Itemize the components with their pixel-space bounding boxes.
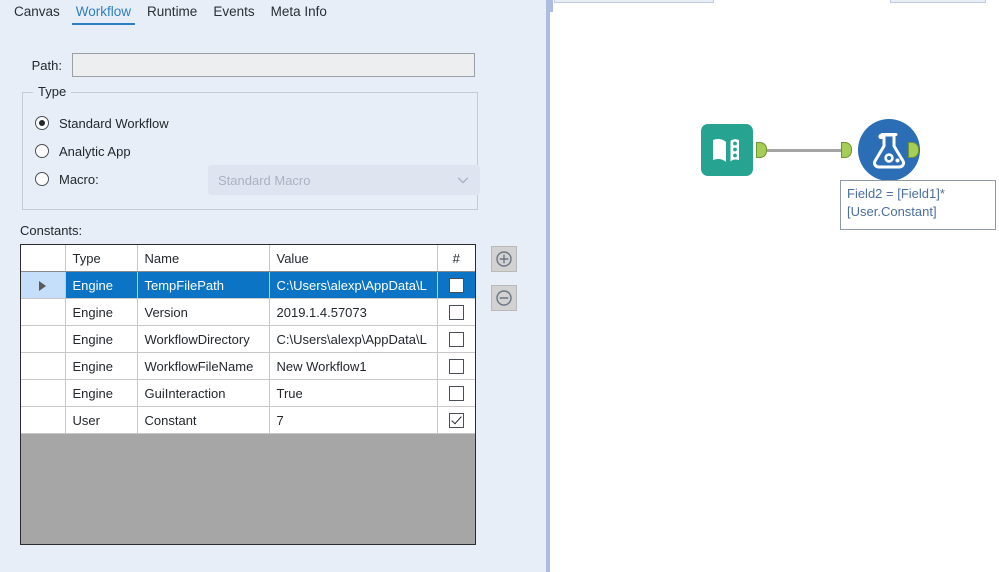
row-selected-arrow-icon	[39, 281, 47, 292]
column-header-name[interactable]: Name	[137, 245, 270, 272]
row-indicator-cell[interactable]	[21, 271, 66, 299]
table-row[interactable]: User Constant 7	[21, 406, 475, 434]
checkbox-icon[interactable]	[448, 305, 464, 321]
cell-value[interactable]: 2019.1.4.57073	[269, 298, 438, 326]
chevron-down-icon	[457, 177, 469, 184]
toolbar-stub-left	[554, 0, 714, 3]
node-text-input-tool[interactable]	[701, 124, 753, 176]
canvas-left-edge	[550, 0, 553, 12]
column-header-hash[interactable]: #	[437, 245, 475, 272]
cell-hash-checkbox[interactable]	[437, 379, 475, 407]
minus-circle-icon	[496, 290, 512, 306]
row-indicator-cell[interactable]	[21, 352, 66, 380]
radio-macro[interactable]: Macro:	[35, 169, 99, 189]
macro-type-select-value: Standard Macro	[218, 172, 311, 188]
cell-type[interactable]: User	[65, 406, 138, 434]
radio-macro-label: Macro:	[59, 171, 99, 187]
radio-dot-icon	[35, 116, 49, 130]
cell-name[interactable]: WorkflowFileName	[137, 352, 270, 380]
table-row[interactable]: Engine WorkflowFileName New Workflow1	[21, 352, 475, 380]
row-indicator-cell[interactable]	[21, 325, 66, 353]
column-header-type[interactable]: Type	[65, 245, 138, 272]
row-indicator-cell[interactable]	[21, 298, 66, 326]
table-row[interactable]: Engine Version 2019.1.4.57073	[21, 298, 475, 326]
config-tab-strip: Canvas Workflow Runtime Events Meta Info	[0, 0, 546, 30]
macro-type-select[interactable]: Standard Macro	[208, 165, 480, 195]
radio-dot-icon	[35, 144, 49, 158]
workflow-type-group: Type Standard Workflow Analytic App Macr…	[22, 84, 480, 210]
canvas-annotation[interactable]: Field2 = [Field1]* [User.Constant]	[840, 180, 996, 230]
tab-meta-info[interactable]: Meta Info	[263, 0, 335, 23]
connection-wire[interactable]	[767, 149, 842, 152]
remove-constant-button[interactable]	[491, 285, 517, 311]
radio-analytic-app-label: Analytic App	[59, 143, 131, 159]
radio-analytic-app[interactable]: Analytic App	[35, 141, 131, 161]
checkbox-icon[interactable]	[448, 386, 464, 402]
tab-canvas[interactable]: Canvas	[6, 0, 68, 23]
path-input[interactable]	[72, 53, 475, 77]
table-row[interactable]: Engine WorkflowDirectory C:\Users\alexp\Ap…	[21, 325, 475, 353]
plus-circle-icon	[496, 251, 512, 267]
checkbox-icon[interactable]	[448, 359, 464, 375]
cell-value[interactable]: C:\Users\alexp\AppData\L	[269, 325, 438, 353]
table-header-row: Type Name Value #	[21, 245, 475, 272]
constants-table-container[interactable]: Type Name Value # Engine TempFilePath C:\U…	[20, 244, 476, 545]
cell-name[interactable]: Constant	[137, 406, 270, 434]
open-book-icon	[713, 138, 739, 162]
cell-hash-checkbox[interactable]	[437, 271, 475, 299]
tab-workflow[interactable]: Workflow	[68, 0, 139, 25]
radio-standard-workflow-label: Standard Workflow	[59, 115, 169, 131]
checkbox-icon[interactable]	[448, 278, 464, 294]
cell-name[interactable]: GuiInteraction	[137, 379, 270, 407]
radio-dot-icon	[35, 172, 49, 186]
column-header-value[interactable]: Value	[269, 245, 438, 272]
workflow-canvas[interactable]	[550, 0, 999, 572]
cell-hash-checkbox[interactable]	[437, 406, 475, 434]
constants-label: Constants:	[20, 223, 83, 238]
path-label: Path:	[31, 57, 62, 73]
table-row[interactable]: Engine GuiInteraction True	[21, 379, 475, 407]
checkbox-icon[interactable]	[448, 413, 464, 429]
row-indicator-cell[interactable]	[21, 406, 66, 434]
toolbar-stub-right	[890, 0, 986, 3]
cell-type[interactable]: Engine	[65, 298, 138, 326]
cell-name[interactable]: Version	[137, 298, 270, 326]
cell-value[interactable]: True	[269, 379, 438, 407]
table-row[interactable]: Engine TempFilePath C:\Users\alexp\AppData…	[21, 271, 475, 299]
cell-value[interactable]: 7	[269, 406, 438, 434]
path-row: Path:	[0, 50, 546, 80]
cell-type[interactable]: Engine	[65, 325, 138, 353]
tab-events[interactable]: Events	[205, 0, 262, 23]
checkbox-icon[interactable]	[448, 332, 464, 348]
constants-table: Type Name Value # Engine TempFilePath C:\U…	[21, 245, 475, 434]
tab-runtime[interactable]: Runtime	[139, 0, 205, 23]
row-indicator-cell[interactable]	[21, 379, 66, 407]
workflow-configuration-panel: Canvas Workflow Runtime Events Meta Info…	[0, 0, 546, 572]
cell-value[interactable]: New Workflow1	[269, 352, 438, 380]
cell-hash-checkbox[interactable]	[437, 298, 475, 326]
cell-value[interactable]: C:\Users\alexp\AppData\L	[269, 271, 438, 299]
cell-name[interactable]: WorkflowDirectory	[137, 325, 270, 353]
add-constant-button[interactable]	[491, 246, 517, 272]
cell-name[interactable]: TempFilePath	[137, 271, 270, 299]
cell-type[interactable]: Engine	[65, 271, 138, 299]
cell-hash-checkbox[interactable]	[437, 352, 475, 380]
cell-type[interactable]: Engine	[65, 352, 138, 380]
type-group-legend: Type	[33, 84, 72, 99]
cell-hash-checkbox[interactable]	[437, 325, 475, 353]
column-header-indicator[interactable]	[21, 245, 66, 272]
radio-standard-workflow[interactable]: Standard Workflow	[35, 113, 169, 133]
cell-type[interactable]: Engine	[65, 379, 138, 407]
